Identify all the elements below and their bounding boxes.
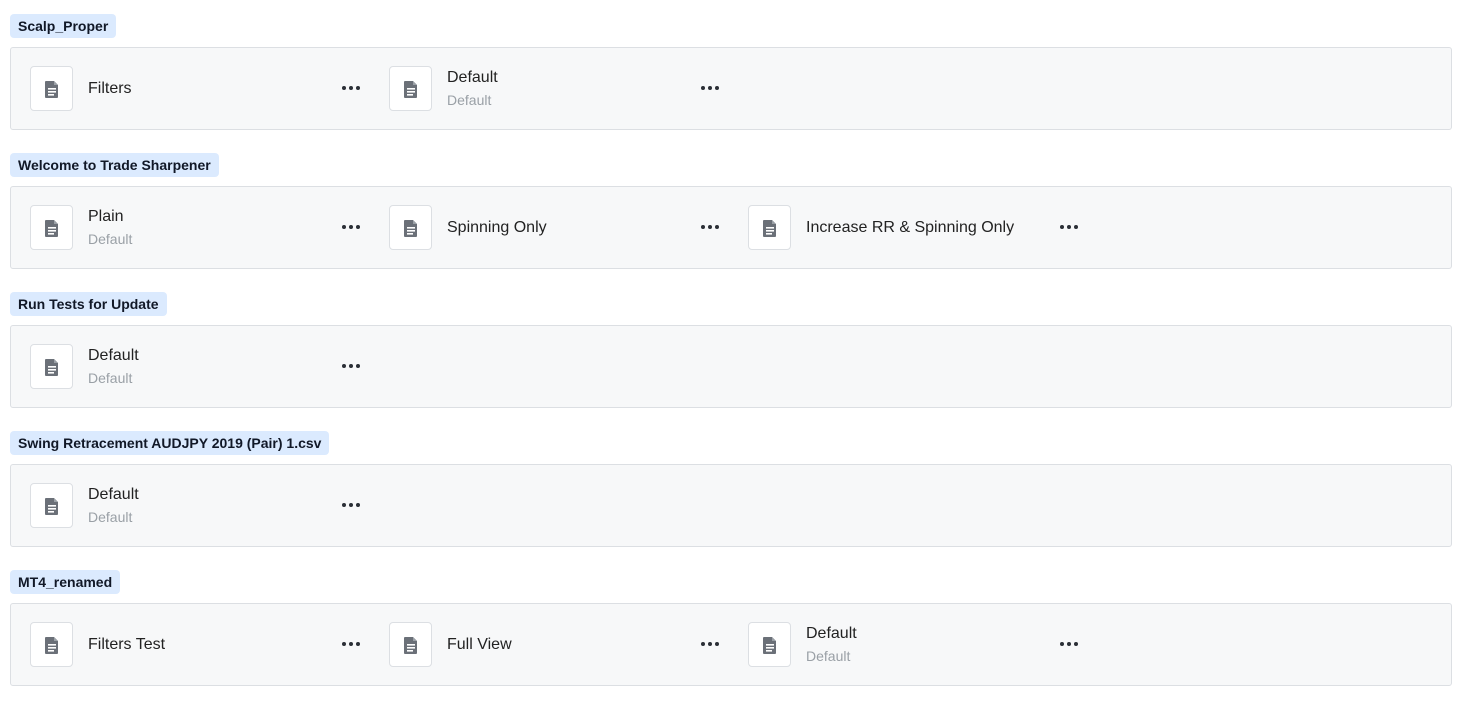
view-subtitle: Default (88, 509, 133, 525)
group-tag: MT4_renamed (10, 570, 121, 594)
document-icon[interactable] (748, 205, 791, 250)
more-horizontal-icon[interactable] (337, 634, 365, 654)
view-group: Welcome to Trade Sharpener Plain Default Sp… (10, 153, 1452, 269)
document-icon[interactable] (30, 344, 73, 389)
view-title[interactable]: Full View (447, 635, 667, 655)
more-horizontal-icon[interactable] (337, 217, 365, 237)
more-horizontal-icon[interactable] (696, 217, 724, 237)
document-icon[interactable] (389, 205, 432, 250)
view-subtitle: Default (806, 648, 851, 664)
view-card[interactable]: Default Default (748, 622, 1088, 668)
document-icon[interactable] (748, 622, 791, 667)
view-title[interactable]: Default (88, 346, 308, 366)
view-title[interactable]: Filters (88, 79, 308, 99)
view-text[interactable]: Filters (88, 66, 308, 111)
view-card[interactable]: Filters (30, 66, 370, 112)
view-title[interactable]: Default (806, 624, 1026, 644)
view-text[interactable]: Default Default (88, 344, 308, 389)
view-subtitle: Default (447, 92, 492, 108)
view-title[interactable]: Spinning Only (447, 218, 667, 238)
view-card[interactable]: Spinning Only (389, 205, 729, 251)
view-text[interactable]: Spinning Only (447, 205, 667, 250)
group-tag: Scalp_Proper (10, 14, 117, 38)
view-subtitle: Default (88, 370, 133, 386)
view-title[interactable]: Filters Test (88, 635, 308, 655)
document-icon[interactable] (30, 622, 73, 667)
view-group: Run Tests for Update Default Default (10, 292, 1452, 408)
group-panel: Filters Test Full View Default Default (10, 603, 1452, 686)
more-horizontal-icon[interactable] (337, 356, 365, 376)
view-card[interactable]: Plain Default (30, 205, 370, 251)
group-panel: Plain Default Spinning Only Increase RR & S… (10, 186, 1452, 269)
view-title[interactable]: Default (88, 485, 308, 505)
view-card[interactable]: Default Default (389, 66, 729, 112)
group-panel: Filters Default Default (10, 47, 1452, 130)
view-card[interactable]: Filters Test (30, 622, 370, 668)
view-text[interactable]: Default Default (806, 622, 1026, 667)
view-title[interactable]: Increase RR & Spinning Only (806, 218, 1026, 238)
document-icon[interactable] (30, 483, 73, 528)
more-horizontal-icon[interactable] (337, 495, 365, 515)
view-text[interactable]: Plain Default (88, 205, 308, 250)
document-icon[interactable] (30, 66, 73, 111)
view-title[interactable]: Plain (88, 207, 308, 227)
view-text[interactable]: Default Default (447, 66, 667, 111)
more-horizontal-icon[interactable] (696, 634, 724, 654)
view-card[interactable]: Default Default (30, 344, 370, 390)
group-tag: Welcome to Trade Sharpener (10, 153, 219, 177)
view-card[interactable]: Full View (389, 622, 729, 668)
views-list: Scalp_Proper Filters Default Default Welcome… (0, 0, 1464, 707)
document-icon[interactable] (30, 205, 73, 250)
more-horizontal-icon[interactable] (337, 78, 365, 98)
group-tag: Run Tests for Update (10, 292, 167, 316)
document-icon[interactable] (389, 66, 432, 111)
view-text[interactable]: Default Default (88, 483, 308, 528)
view-subtitle: Default (88, 231, 133, 247)
group-tag: Swing Retracement AUDJPY 2019 (Pair) 1.c… (10, 431, 330, 455)
view-text[interactable]: Full View (447, 622, 667, 667)
view-text[interactable]: Filters Test (88, 622, 308, 667)
view-group: Swing Retracement AUDJPY 2019 (Pair) 1.c… (10, 431, 1452, 547)
more-horizontal-icon[interactable] (696, 78, 724, 98)
more-horizontal-icon[interactable] (1055, 634, 1083, 654)
view-title[interactable]: Default (447, 68, 667, 88)
view-card[interactable]: Increase RR & Spinning Only (748, 205, 1088, 251)
more-horizontal-icon[interactable] (1055, 217, 1083, 237)
document-icon[interactable] (389, 622, 432, 667)
group-panel: Default Default (10, 464, 1452, 547)
view-text[interactable]: Increase RR & Spinning Only (806, 205, 1026, 250)
group-panel: Default Default (10, 325, 1452, 408)
view-card[interactable]: Default Default (30, 483, 370, 529)
view-group: MT4_renamed Filters Test Full View Default D… (10, 570, 1452, 686)
view-group: Scalp_Proper Filters Default Default (10, 14, 1452, 130)
